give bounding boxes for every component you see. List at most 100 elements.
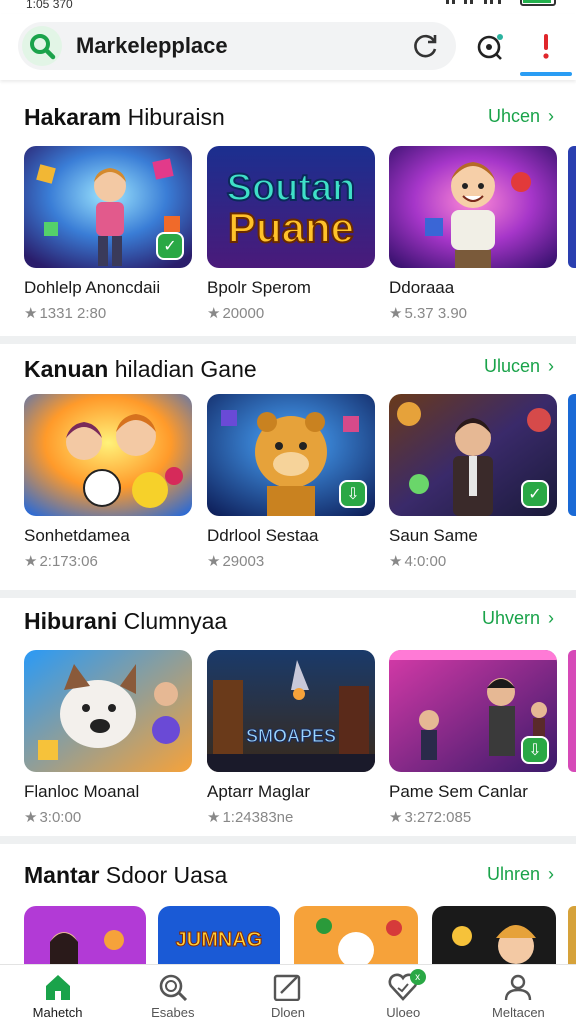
see-more-link[interactable]: Uhvern › [482,608,554,629]
game-thumbnail[interactable] [294,906,418,964]
edit-icon [273,974,301,1001]
star-icon: ★ [389,305,403,322]
game-card[interactable]: ⇩ Ddrlool Sestaa ★ 29003 [207,394,375,570]
game-thumbnail[interactable] [432,906,556,964]
art-title-2: Puane [228,204,354,251]
section-title: Hiburani Clumnyaa [24,608,228,634]
game-rating: ★ 1331 2:80 [24,305,107,322]
top-bar: Markelepplace [0,14,576,80]
game-card[interactable]: SMOAPES Aptarr Maglar ★ 1:24383ne [207,650,375,826]
active-tab-indicator [520,72,572,76]
art-title: JUMNAG [176,929,263,951]
search-icon [159,974,187,1001]
divider [0,590,576,598]
game-title: Aptarr Maglar [207,782,310,801]
game-thumbnail[interactable]: ✓ [389,394,557,516]
game-rating: ★ 2:173:06 [24,553,98,570]
search-icon[interactable] [22,26,62,66]
status-time: 1:05 370 [26,0,73,11]
game-rating: ★ 3:272:085 [389,809,472,826]
game-card[interactable] [294,906,418,964]
nav-search[interactable]: Esabes [115,965,230,1024]
game-card[interactable]: Soutan Puane Bpolr Sperom ★ 20000 [207,146,375,322]
section-title: Mantar Sdoor Uasa [24,862,228,888]
chevron-right-icon: › [548,356,554,376]
game-card[interactable] [432,906,556,964]
star-icon: ★ [207,553,221,570]
install-badge-icon: ⇩ [521,736,549,764]
game-title: Saun Same [389,526,478,545]
star-icon: ★ [207,305,221,322]
next-card-peek[interactable] [568,146,576,268]
refresh-icon[interactable] [406,26,446,66]
battery-icon [520,0,556,6]
game-controller-icon[interactable] [470,26,510,66]
nav-profile[interactable]: Meltacen [461,965,576,1024]
see-more-link[interactable]: Uhcen › [488,106,554,127]
section-3: Hiburani Clumnyaa Uhvern › Flanloc Moanal… [0,598,576,838]
game-card[interactable] [24,906,146,964]
search-input[interactable]: Markelepplace [76,33,406,59]
game-thumbnail[interactable]: SMOAPES [207,650,375,772]
game-thumbnail[interactable] [24,906,146,964]
game-card[interactable]: ⇩ Pame Sem Canlar ★ 3:272:085 [389,650,557,826]
game-thumbnail[interactable]: ✓ [24,146,192,268]
game-title: Dohlelp Anoncdaii [24,278,161,297]
star-icon: ★ [389,809,403,826]
game-rating: ★ 29003 [207,553,265,570]
game-rating: ★ 3:0:00 [24,809,82,826]
nav-label: Meltacen [492,1005,545,1020]
game-thumbnail[interactable]: JUMNAG [158,906,280,964]
game-card[interactable]: ✓ Saun Same ★ 4:0:00 [389,394,557,570]
section-4: Mantar Sdoor Uasa Ulnren › JUMNAG [0,844,576,964]
game-title: Ddoraaa [389,278,455,297]
game-card[interactable]: ✓ Dohlelp Anoncdaii ★ 1331 2:80 [24,146,192,322]
section-2: Kanuan hiladian Gane Ulucen › Sonhetdamea… [0,344,576,594]
game-rating: ★ 1:24383ne [207,809,294,826]
user-icon [505,974,532,1001]
game-title: Bpolr Sperom [207,278,311,297]
star-icon: ★ [24,553,38,570]
see-more-link[interactable]: Ulucen › [484,356,554,377]
next-card-peek[interactable] [568,906,576,964]
game-card[interactable]: Ddoraaa ★ 5.37 3.90 [389,146,557,322]
game-rating: ★ 20000 [207,305,265,322]
home-icon [45,975,70,1000]
search-box[interactable]: Markelepplace [18,22,456,70]
chevron-right-icon: › [548,864,554,884]
game-title: Flanloc Moanal [24,782,140,801]
game-thumbnail[interactable] [24,650,192,772]
section-title: Hakaram Hiburaisn [24,104,225,130]
next-card-peek[interactable] [568,650,576,772]
nav-label: Esabes [151,1005,195,1020]
game-thumbnail[interactable]: Soutan Puane [207,146,375,268]
game-card[interactable]: Sonhetdamea ★ 2:173:06 [24,394,192,570]
game-title: Ddrlool Sestaa [207,526,319,545]
game-thumbnail[interactable] [24,394,192,516]
star-icon: ★ [389,553,403,570]
divider [0,836,576,844]
section-1: Hakaram Hiburaisn Uhcen › ✓ Dohlelp Anonc… [0,80,576,338]
nav-edit[interactable]: Dloen [230,965,345,1024]
game-card[interactable]: JUMNAG [158,906,280,964]
signal-icon [446,0,501,4]
status-bar: 1:05 370 [0,0,576,14]
game-thumbnail[interactable] [389,146,557,268]
nav-home[interactable]: Mahetch [0,965,115,1024]
game-thumbnail[interactable]: ⇩ [389,650,557,772]
game-title: Sonhetdamea [24,526,130,545]
art-title: SMOAPES [246,726,336,746]
divider [0,336,576,344]
nav-favorites[interactable]: x Uloeo [346,965,461,1024]
game-thumbnail[interactable]: ⇩ [207,394,375,516]
bottom-navigation: Mahetch Esabes Dloen x Uloeo Meltacen [0,964,576,1024]
art-title-1: Soutan [227,167,356,209]
nav-label: Dloen [271,1005,305,1020]
game-card[interactable]: Flanloc Moanal ★ 3:0:00 [24,650,192,826]
alert-icon[interactable] [526,26,566,66]
next-card-peek[interactable] [568,394,576,516]
install-badge-icon: ✓ [521,480,549,508]
nav-label: Mahetch [32,1005,83,1020]
star-icon: ★ [207,809,221,826]
see-more-link[interactable]: Ulnren › [487,864,554,885]
